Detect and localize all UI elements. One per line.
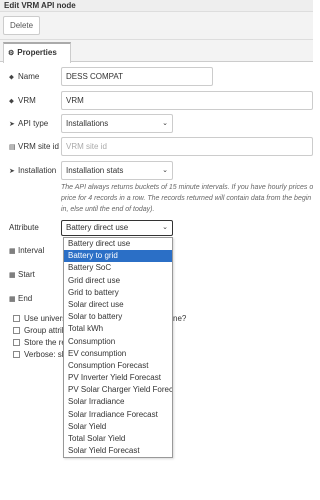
tab-properties[interactable]: ⚙ Properties xyxy=(3,42,71,63)
checkbox-label-suffix: ne? xyxy=(173,314,187,323)
button-bar: Delete xyxy=(0,12,313,40)
dropdown-option[interactable]: Solar direct use xyxy=(64,299,172,311)
id-card-icon: ▤ xyxy=(9,144,16,151)
dropdown-option[interactable]: EV consumption xyxy=(64,348,172,360)
dropdown-option[interactable]: Solar Irradiance xyxy=(64,396,172,408)
attribute-select[interactable]: Battery direct use ⌄ xyxy=(61,220,173,236)
calendar-icon: ▦ xyxy=(9,272,16,279)
attribute-dropdown-list[interactable]: Battery direct use Battery to grid Battery… xyxy=(63,237,173,458)
vrm-label: ⬥ VRM xyxy=(9,91,36,112)
window-title: Edit VRM API node xyxy=(0,0,313,12)
site-id-input[interactable]: VRM site id xyxy=(61,137,313,156)
checkbox[interactable] xyxy=(13,339,20,347)
tag-icon: ⬥ xyxy=(9,74,14,81)
dropdown-option[interactable]: PV Solar Charger Yield Forecast xyxy=(64,384,172,396)
dropdown-option[interactable]: Total Solar Yield xyxy=(64,433,172,445)
checkbox-row[interactable]: Store the res xyxy=(13,338,70,349)
name-label: ⬥ Name xyxy=(9,67,39,88)
attribute-label: Attribute xyxy=(9,223,39,232)
site-id-label: ▤ VRM site id xyxy=(9,137,59,158)
chevron-down-icon: ⌄ xyxy=(162,167,168,174)
dropdown-option[interactable]: Grid to battery xyxy=(64,287,172,299)
help-text: The API always returns buckets of 15 min… xyxy=(61,184,313,213)
name-input[interactable]: DESS COMPAT xyxy=(61,67,213,86)
checkbox-row[interactable]: Use univers xyxy=(13,314,66,325)
dropdown-option[interactable]: Grid direct use xyxy=(64,275,172,287)
checkbox[interactable] xyxy=(13,327,20,335)
installation-select[interactable]: Installation stats ⌄ xyxy=(61,161,173,180)
interval-label: ▦ Interval xyxy=(9,246,45,255)
end-label: ▦ End xyxy=(9,294,33,303)
tag-icon: ⬥ xyxy=(9,98,14,105)
gear-icon: ⚙ xyxy=(8,50,15,57)
api-type-label: ➤ API type xyxy=(9,114,48,135)
grid-icon: ▦ xyxy=(9,248,16,255)
vrm-row: ⬥ VRM VRM xyxy=(0,91,313,111)
name-row: ⬥ Name DESS COMPAT xyxy=(0,67,313,87)
dropdown-option[interactable]: PV Inverter Yield Forecast xyxy=(64,372,172,384)
start-label: ▦ Start xyxy=(9,270,35,279)
tab-label: Properties xyxy=(17,48,57,57)
dropdown-option[interactable]: Solar Yield Forecast xyxy=(64,445,172,457)
api-type-row: ➤ API type Installations ⌄ xyxy=(0,114,313,134)
calendar-icon: ▦ xyxy=(9,296,16,303)
tab-bar: ⚙ Properties xyxy=(0,40,313,63)
delete-button[interactable]: Delete xyxy=(3,16,40,35)
dropdown-option[interactable]: Solar Irradiance Forecast xyxy=(64,409,172,421)
dropdown-option[interactable]: Consumption xyxy=(64,336,172,348)
dropdown-option[interactable]: Battery direct use xyxy=(64,238,172,250)
api-type-select[interactable]: Installations ⌄ xyxy=(61,114,173,133)
chevron-down-icon: ⌄ xyxy=(162,120,168,127)
arrow-icon: ➤ xyxy=(9,168,15,175)
dropdown-option[interactable]: Total kWh xyxy=(64,323,172,335)
dropdown-option[interactable]: Battery SoC xyxy=(64,262,172,274)
installation-row: ➤ Installation Installation stats ⌄ xyxy=(0,161,313,181)
dropdown-option[interactable]: Battery to grid xyxy=(64,250,172,263)
dropdown-option[interactable]: Solar to battery xyxy=(64,311,172,323)
checkbox[interactable] xyxy=(13,315,20,323)
dropdown-option[interactable]: Consumption Forecast xyxy=(64,360,172,372)
vrm-input[interactable]: VRM xyxy=(61,91,313,110)
installation-label: ➤ Installation xyxy=(9,161,56,182)
checkbox[interactable] xyxy=(13,351,20,359)
dropdown-option[interactable]: Solar Yield xyxy=(64,421,172,433)
chevron-down-icon: ⌄ xyxy=(162,224,168,231)
checkbox-row[interactable]: Group attrib xyxy=(13,326,66,337)
site-id-row: ▤ VRM site id VRM site id xyxy=(0,137,313,157)
arrow-icon: ➤ xyxy=(9,121,15,128)
